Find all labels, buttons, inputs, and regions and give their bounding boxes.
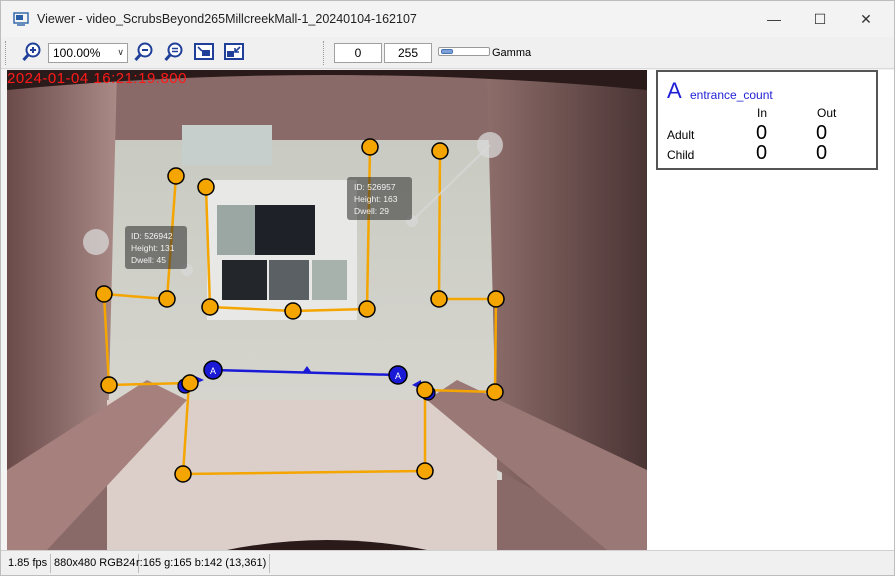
- track-label-2: ID: 526957 Height: 163 Dwell: 29: [347, 177, 412, 220]
- child-in-count: 0: [756, 142, 768, 164]
- count-panel: A entrance_count In Out Adult 0 0 Child …: [656, 70, 878, 170]
- status-format: 880x480 RGB24: [51, 554, 140, 573]
- video-timestamp: 2024-01-04 16:21:19.800: [7, 70, 187, 87]
- minimize-button[interactable]: —: [751, 1, 797, 37]
- viewer-app-icon: [13, 12, 29, 26]
- shirt-display: [182, 125, 272, 165]
- zone-vertex[interactable]: [174, 465, 192, 483]
- shrink-window-icon[interactable]: [223, 41, 245, 63]
- col-header-in: In: [757, 106, 768, 120]
- gamma-slider[interactable]: [438, 47, 490, 56]
- zone-vertex[interactable]: [361, 138, 379, 156]
- folded-pants: [222, 260, 267, 300]
- folded-pants-gray: [269, 260, 309, 300]
- max-level-field[interactable]: 255: [384, 43, 432, 63]
- zoom-out-icon[interactable]: [133, 41, 155, 63]
- toolbar-grip-2[interactable]: [323, 41, 326, 65]
- track-dwell: Dwell: 29: [354, 206, 389, 216]
- zone-vertex[interactable]: [284, 302, 302, 320]
- zone-vertex[interactable]: [158, 290, 176, 308]
- zone-vertex[interactable]: [167, 167, 185, 185]
- zone-vertex[interactable]: [431, 142, 449, 160]
- toolbar-grip[interactable]: [5, 41, 8, 65]
- track-head-left: [83, 229, 109, 255]
- child-out-count: 0: [816, 142, 828, 164]
- zoom-value: 100.00%: [53, 46, 101, 60]
- title-bar: Viewer - video_ScrubsBeyond265MillcreekM…: [1, 1, 894, 37]
- zoom-in-icon[interactable]: [21, 41, 43, 63]
- video-viewport[interactable]: A A ID: 526942 Height: 131 Dwell: 45 ID:…: [7, 70, 647, 550]
- zone-vertex[interactable]: [416, 381, 434, 399]
- count-panel-name: entrance_count: [690, 88, 773, 102]
- folded-shirts-dark: [255, 205, 315, 255]
- zone-vertex[interactable]: [358, 300, 376, 318]
- track-label-1: ID: 526942 Height: 131 Dwell: 45: [125, 226, 187, 269]
- zone-vertex[interactable]: [416, 462, 434, 480]
- row-label-adult: Adult: [667, 128, 695, 142]
- status-fps: 1.85 fps: [5, 554, 52, 573]
- status-bar: 1.85 fps 880x480 RGB24 r:165 g:165 b:142…: [1, 550, 894, 575]
- count-panel-letter: A: [667, 78, 682, 103]
- zone-vertex[interactable]: [201, 298, 219, 316]
- zone-vertex[interactable]: [487, 290, 505, 308]
- viewer-window: Viewer - video_ScrubsBeyond265MillcreekM…: [0, 0, 895, 576]
- zoom-reset-icon[interactable]: [163, 41, 185, 63]
- status-pixel-info: r:165 g:165 b:142 (13,361): [133, 554, 271, 573]
- video-frame: A A ID: 526942 Height: 131 Dwell: 45 ID:…: [7, 70, 647, 550]
- zone-vertex[interactable]: [181, 374, 199, 392]
- fit-window-icon[interactable]: [193, 41, 215, 63]
- zone-vertex[interactable]: [486, 383, 504, 401]
- zone-vertex[interactable]: [95, 285, 113, 303]
- track-height: Height: 163: [354, 194, 398, 204]
- maximize-button[interactable]: ☐: [797, 1, 843, 37]
- window-title: Viewer - video_ScrubsBeyond265MillcreekM…: [37, 12, 417, 26]
- zone-vertex[interactable]: [197, 178, 215, 196]
- right-panel: A entrance_count In Out Adult 0 0 Child …: [647, 70, 894, 550]
- toolbar: 100.00% ∨ 0 255 Gamma: [1, 37, 894, 69]
- zone-vertex[interactable]: [100, 376, 118, 394]
- track-id: ID: 526957: [354, 182, 396, 192]
- col-header-out: Out: [817, 106, 837, 120]
- close-button[interactable]: ✕: [843, 1, 889, 37]
- track-dwell: Dwell: 45: [131, 255, 166, 265]
- line-label-left: A: [210, 366, 216, 376]
- row-label-child: Child: [667, 148, 695, 162]
- min-level-field[interactable]: 0: [334, 43, 382, 63]
- gamma-slider-thumb[interactable]: [441, 49, 453, 54]
- chevron-down-icon: ∨: [117, 47, 124, 57]
- zoom-select[interactable]: 100.00% ∨: [48, 43, 128, 63]
- track-id: ID: 526942: [131, 231, 173, 241]
- line-label-right: A: [395, 371, 401, 381]
- zone-vertex[interactable]: [430, 290, 448, 308]
- folded-pants-light: [312, 260, 347, 300]
- track-height: Height: 131: [131, 243, 175, 253]
- gamma-label: Gamma: [492, 47, 532, 59]
